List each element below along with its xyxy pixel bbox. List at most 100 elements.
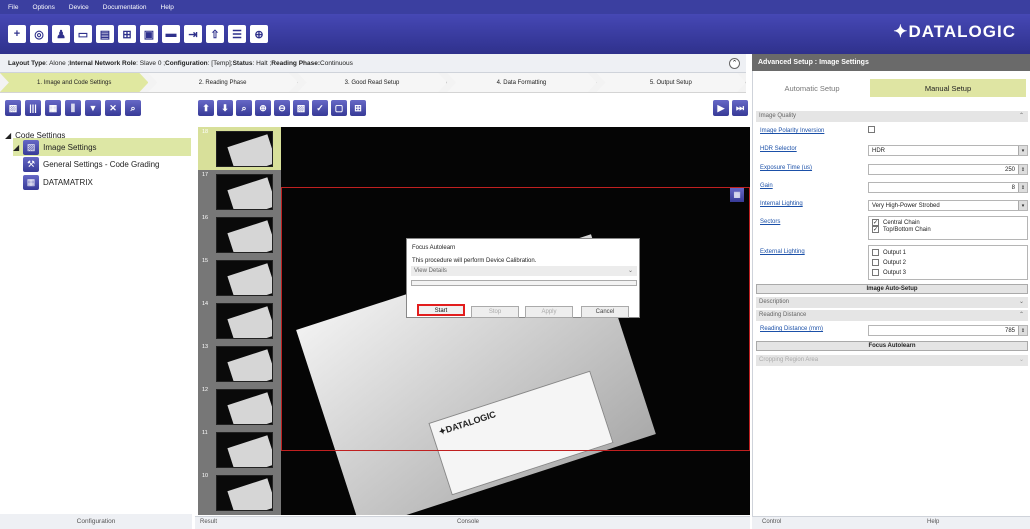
output1-label: Output 1 — [883, 250, 907, 256]
network-role-label: Internal Network Role — [69, 59, 137, 67]
delete-icon[interactable]: ✕ — [105, 100, 121, 116]
exposure-stepper[interactable]: 250 ⇕ — [868, 164, 1028, 175]
thumbnail[interactable]: 18 — [198, 127, 281, 171]
thumbnail[interactable]: 10 — [198, 471, 281, 515]
spin-icon[interactable]: ⇕ — [1018, 183, 1027, 192]
menu-device[interactable]: Device — [69, 4, 89, 11]
spin-icon[interactable]: ⇕ — [1018, 326, 1027, 335]
tab-console[interactable]: Console — [457, 519, 479, 525]
datamatrix-icon[interactable]: ▦ — [730, 188, 744, 202]
label-gain: Gain — [760, 183, 773, 189]
gain-stepper[interactable]: 8 ⇕ — [868, 182, 1028, 193]
zoom-out-icon[interactable]: ⊖ — [274, 100, 290, 116]
barcode-icon[interactable]: ||| — [25, 100, 41, 116]
step-output-setup[interactable]: 5. Output Setup — [596, 73, 747, 92]
output3-checkbox[interactable]: Output 3 — [872, 268, 1024, 278]
menu-options[interactable]: Options — [32, 4, 54, 11]
main-toolbar: + ◎ ♟ ▭ ▤ ⊞ ▣ ▬ ⇥ ⇧ ☰ ⊕ ✦DATALOGIC — [0, 14, 1030, 54]
section-cropping-region[interactable]: Cropping Region Area ⌄ — [756, 355, 1028, 366]
output2-checkbox[interactable]: Output 2 — [872, 258, 1024, 268]
stop-button[interactable]: Stop — [471, 306, 519, 318]
start-button[interactable]: Start — [417, 304, 465, 316]
monitor-icon[interactable]: ▣ — [140, 25, 158, 43]
expand-icon[interactable]: ◢ — [5, 131, 11, 140]
postal-code-icon[interactable]: ⫼ — [65, 100, 81, 116]
tree-item-general-settings[interactable]: ⚒ General Settings - Code Grading — [23, 156, 160, 172]
thumbnail[interactable]: 11 — [198, 428, 281, 472]
search-code-icon[interactable]: ⌕ — [125, 100, 141, 116]
configuration-footer[interactable]: Configuration — [0, 514, 192, 529]
play-icon[interactable]: ▶ — [713, 100, 729, 116]
thumbnail[interactable]: 12 — [198, 385, 281, 429]
image-save-icon[interactable]: ▨ — [293, 100, 309, 116]
external-lighting-group: Output 1 Output 2 Output 3 — [868, 245, 1028, 280]
user-icon[interactable]: ♟ — [52, 25, 70, 43]
internal-lighting-select[interactable]: Very High-Power Strobed ▾ — [868, 200, 1028, 211]
window-icon[interactable]: ▭ — [74, 25, 92, 43]
image-settings-icon[interactable]: ▨ — [5, 100, 21, 116]
menu-file[interactable]: File — [8, 4, 18, 11]
frame-icon[interactable]: ▢ — [331, 100, 347, 116]
arrow-down-icon[interactable]: ⬇ — [217, 100, 233, 116]
thumbnail[interactable]: 13 — [198, 342, 281, 386]
add-icon[interactable]: + — [8, 25, 26, 43]
export-icon[interactable]: ⇥ — [184, 25, 202, 43]
output1-checkbox[interactable]: Output 1 — [872, 248, 1024, 258]
thumbnail[interactable]: 14 — [198, 299, 281, 343]
step-image-code-settings[interactable]: 1. Image and Code Settings — [0, 73, 149, 92]
settings-icon[interactable]: ☰ — [228, 25, 246, 43]
menu-help[interactable]: Help — [161, 4, 174, 11]
tree-item-datamatrix[interactable]: ▦ DATAMATRIX — [23, 174, 93, 190]
view-details-toggle[interactable]: View Details ⌄ — [411, 266, 637, 276]
zoom-in-icon[interactable]: ⊕ — [255, 100, 271, 116]
filter-icon[interactable]: ▼ — [85, 100, 101, 116]
reading-icon[interactable]: ◎ — [30, 25, 48, 43]
zoom-icon[interactable]: ⌕ — [236, 100, 252, 116]
thumbnail[interactable]: 15 — [198, 256, 281, 300]
upload-icon[interactable]: ⇧ — [206, 25, 224, 43]
tab-control[interactable]: Control — [762, 519, 781, 525]
section-description[interactable]: Description ⌄ — [756, 297, 1028, 308]
tab-manual-setup[interactable]: Manual Setup — [870, 79, 1026, 97]
focus-autolearn-button[interactable]: Focus Autolearn — [756, 341, 1028, 351]
thumbnail[interactable]: 17 — [198, 170, 281, 214]
wrench-icon: ⚒ — [23, 156, 39, 172]
terminal-icon[interactable]: ▬ — [162, 25, 180, 43]
spin-icon[interactable]: ⇕ — [1018, 165, 1027, 174]
image-viewer[interactable]: ✦DATALOGIC ▦ Focus Autolearn This proced… — [281, 127, 750, 515]
roi-rectangle[interactable] — [281, 187, 750, 451]
section-label: Reading Distance — [759, 312, 807, 318]
step-reading-phase[interactable]: 2. Reading Phase — [148, 73, 298, 92]
tab-automatic-setup[interactable]: Automatic Setup — [756, 79, 868, 97]
expand-icon[interactable]: ◢ — [13, 143, 19, 152]
apply-button[interactable]: Apply — [525, 306, 573, 318]
thumbnail[interactable]: 16 — [198, 213, 281, 257]
tab-help[interactable]: Help — [927, 519, 939, 525]
step-good-read-setup[interactable]: 3. Good Read Setup — [297, 73, 448, 92]
grid-icon[interactable]: ⊞ — [350, 100, 366, 116]
sector-topbottom-checkbox[interactable]: ✓ Top/Bottom Chain — [872, 226, 1024, 233]
menu-documentation[interactable]: Documentation — [103, 4, 147, 11]
datamatrix-icon[interactable]: ▦ — [45, 100, 61, 116]
sector-central-checkbox[interactable]: ✓ Central Chain — [872, 219, 1024, 226]
section-reading-distance[interactable]: Reading Distance ⌃ — [756, 310, 1028, 321]
layout-type-label: Layout Type — [8, 59, 46, 67]
diagnostics-icon[interactable]: ⊞ — [118, 25, 136, 43]
polarity-checkbox[interactable] — [868, 126, 879, 133]
arrow-up-icon[interactable]: ⬆ — [198, 100, 214, 116]
check-icon[interactable]: ✓ — [312, 100, 328, 116]
layout-type-value: : Alone ; — [45, 59, 70, 67]
section-image-quality[interactable]: Image Quality ⌃ — [756, 111, 1028, 122]
step-forward-icon[interactable]: ⏭ — [732, 100, 748, 116]
step-data-formatting[interactable]: 4. Data Formatting — [447, 73, 597, 92]
tree-item-image-settings[interactable]: ◢ ▨ Image Settings — [13, 138, 191, 156]
reading-distance-stepper[interactable]: 785 ⇕ — [868, 325, 1028, 336]
network-icon[interactable]: ⊕ — [250, 25, 268, 43]
status-value: : Halt ; — [252, 59, 272, 67]
image-auto-setup-button[interactable]: Image Auto-Setup — [756, 284, 1028, 294]
collapse-icon[interactable]: ⌃ — [729, 58, 740, 69]
hdr-select[interactable]: HDR ▾ — [868, 145, 1028, 156]
tab-result[interactable]: Result — [200, 519, 217, 525]
cancel-button[interactable]: Cancel — [581, 306, 629, 318]
statistics-icon[interactable]: ▤ — [96, 25, 114, 43]
